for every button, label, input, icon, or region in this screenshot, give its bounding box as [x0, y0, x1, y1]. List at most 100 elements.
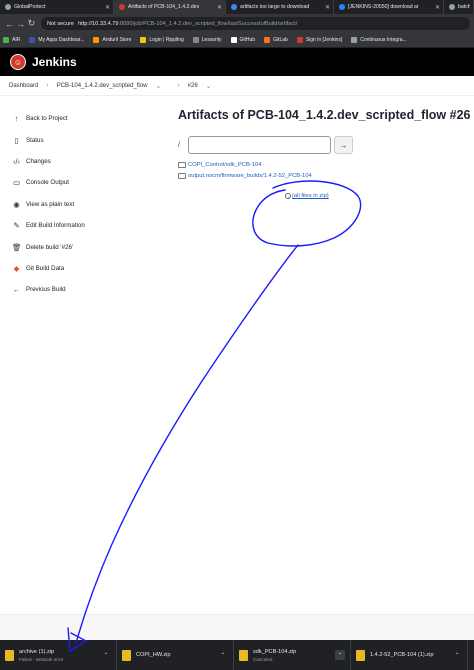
bookmark-label: My Apps Dashboar... — [38, 37, 85, 43]
not-secure-badge[interactable]: Not secure — [47, 21, 74, 27]
sidebar-item-label: Status — [26, 136, 44, 144]
tab-label: batch — [458, 4, 470, 10]
download-text: sdk_PCB-104.zip Canceled — [253, 649, 335, 662]
path-prefix: / — [178, 141, 180, 149]
sidebar-item[interactable]: ← Previous Build — [12, 279, 162, 300]
jenkins-logo-icon[interactable]: ☺ — [10, 54, 26, 70]
breadcrumb-dashboard[interactable]: Dashboard — [9, 83, 38, 89]
sidebar-item[interactable]: ▯ Status — [12, 129, 162, 150]
breadcrumb: Dashboard › PCB-104_1.4.2.dev_scripted_f… — [0, 76, 474, 96]
sidebar-item[interactable]: ▭ Console Output — [12, 172, 162, 193]
browser-tab[interactable]: Artifacts of PCB-104_1.4.2.dev ✕ — [114, 0, 226, 14]
breadcrumb-job[interactable]: PCB-104_1.4.2.dev_scripted_flow — [57, 83, 148, 89]
close-icon[interactable]: ✕ — [435, 4, 440, 11]
bookmark-item[interactable]: Anduril Store — [93, 37, 131, 43]
chevron-up-icon[interactable]: ⌃ — [335, 650, 345, 660]
sidebar-item[interactable]: ◆ Git Build Data — [12, 258, 162, 279]
artifact-folder-row[interactable]: output.nocm/firmware_builds/1.4.2-52_PCB… — [178, 170, 468, 181]
chevron-right-icon: › — [177, 82, 180, 89]
all-files-zip-link[interactable]: (all files in zip) — [292, 193, 329, 199]
tab-label: GlobalProtect — [14, 4, 46, 10]
chevron-down-icon[interactable]: ⌄ — [155, 82, 161, 90]
bookmark-favicon-icon — [140, 37, 147, 43]
sidebar-item[interactable]: ✎ Edit Build Information — [12, 215, 162, 236]
url-host: http://10.33.4.79 — [78, 20, 119, 27]
go-arrow-button[interactable]: → — [334, 136, 353, 154]
bookmark-favicon-icon — [264, 37, 271, 43]
tab-label: artifacts too large to download — [240, 4, 310, 10]
artifact-folder-row[interactable]: COPI_Control/sdk_PCB-104 — [178, 159, 468, 170]
tab-favicon-icon — [449, 4, 455, 10]
tab-favicon-icon — [339, 4, 345, 10]
edit-icon: ✎ — [13, 221, 20, 231]
chevron-down-icon[interactable]: ⌄ — [206, 82, 212, 90]
bookmark-label: Sign in [Jenkins] — [305, 37, 343, 43]
arrow-up-icon: ↑ — [14, 114, 19, 124]
sidebar-item[interactable]: ‹/› Changes — [12, 151, 162, 172]
artifact-path-row: / → — [178, 136, 468, 154]
jenkins-title[interactable]: Jenkins — [32, 55, 77, 69]
zip-file-icon — [356, 649, 365, 661]
close-icon[interactable]: ✕ — [325, 4, 330, 11]
chevron-right-icon: › — [46, 82, 49, 89]
browser-tab[interactable]: batch — [444, 0, 474, 14]
all-files-zip[interactable]: ↓ (all files in zip) — [285, 193, 329, 199]
browser-tab[interactable]: GlobalProtect ✕ — [0, 0, 114, 14]
tab-favicon-icon — [119, 4, 125, 10]
bookmark-item[interactable]: GitHub — [230, 37, 255, 43]
close-icon[interactable]: ✕ — [217, 4, 222, 11]
download-filename: archive (1).zip — [19, 648, 55, 655]
sidebar-item[interactable]: ↑ Back to Project — [12, 108, 162, 129]
artifact-folder-link[interactable]: output.nocm/firmware_builds/1.4.2-52_PCB… — [188, 173, 312, 179]
sidebar-item[interactable]: ◉ View as plain text — [12, 194, 162, 215]
artifact-path-input[interactable] — [188, 136, 331, 154]
browser-tab-strip: GlobalProtect ✕ Artifacts of PCB-104_1.4.2… — [0, 0, 474, 14]
bookmark-item[interactable]: My Apps Dashboar... — [29, 37, 84, 43]
download-item[interactable]: sdk_PCB-104.zip Canceled ⌃ — [234, 640, 351, 670]
bookmark-item[interactable]: GitLab — [264, 37, 288, 43]
browser-tab[interactable]: [JENKINS-20550] download ar ✕ — [334, 0, 444, 14]
bookmark-item[interactable]: Lessonly — [192, 37, 222, 43]
tab-favicon-icon — [5, 4, 11, 10]
reload-icon[interactable]: ↻ — [26, 18, 37, 29]
bookmark-favicon-icon — [192, 37, 199, 43]
close-icon[interactable]: ✕ — [105, 4, 110, 11]
git-icon: ◆ — [13, 263, 20, 273]
chevron-up-icon[interactable]: ⌃ — [452, 650, 462, 660]
url-field[interactable]: Not secure http://10.33.4.79 :8080/job/P… — [41, 17, 470, 30]
page-title: Artifacts of PCB-104_1.4.2.dev_scripted_… — [178, 108, 471, 122]
bookmark-item[interactable]: Login | Rippling — [140, 37, 184, 43]
bookmark-item[interactable]: AIR — [3, 37, 20, 43]
sidebar-item-label: Changes — [26, 157, 51, 165]
trash-icon: 🗑 — [12, 242, 22, 252]
artifact-folder-link[interactable]: COPI_Control/sdk_PCB-104 — [188, 162, 261, 168]
bookmark-favicon-icon — [230, 37, 237, 43]
sidebar-item[interactable]: 🗑 Delete build '#26' — [12, 236, 162, 257]
sidebar-item-label: View as plain text — [26, 200, 75, 208]
tab-label: [JENKINS-20550] download ar — [348, 4, 419, 10]
url-path: :8080/job/PCB-104_1.4.2.dev_scripted_flo… — [118, 20, 298, 27]
address-bar-row: ← → ↻ Not secure http://10.33.4.79 :8080… — [0, 14, 474, 33]
bookmark-label: AIR — [12, 37, 21, 43]
sidebar-item-label: Edit Build Information — [26, 222, 85, 230]
download-text: COPI_HW.zip — [136, 652, 218, 658]
document-icon: ▯ — [14, 135, 19, 145]
zip-file-icon — [5, 649, 14, 661]
forward-arrow-icon[interactable]: → — [15, 19, 26, 29]
folder-icon — [178, 173, 186, 179]
code-icon: ‹/› — [12, 156, 21, 166]
bookmark-label: Login | Rippling — [149, 37, 184, 43]
download-item[interactable]: 1.4.2-52_PCB-104 (1).zip ⌃ — [351, 640, 468, 670]
chevron-up-icon[interactable]: ⌃ — [101, 650, 111, 660]
breadcrumb-build[interactable]: #26 — [188, 83, 198, 89]
browser-tab[interactable]: artifacts too large to download ✕ — [226, 0, 334, 14]
download-item[interactable]: COPI_HW.zip ⌃ — [117, 640, 234, 670]
bookmark-item[interactable]: Sign in [Jenkins] — [296, 37, 343, 43]
download-item[interactable]: archive (1).zip Failed - Network error ⌃ — [0, 640, 117, 670]
bookmark-item[interactable]: Continuous Integra... — [351, 37, 407, 43]
chevron-up-icon[interactable]: ⌃ — [218, 650, 228, 660]
annotation-circle — [252, 180, 362, 247]
bookmark-label: Lessonly — [201, 37, 222, 43]
back-arrow-icon[interactable]: ← — [4, 19, 15, 29]
bookmarks-bar: AIR My Apps Dashboar... Anduril Store Login… — [0, 33, 474, 48]
